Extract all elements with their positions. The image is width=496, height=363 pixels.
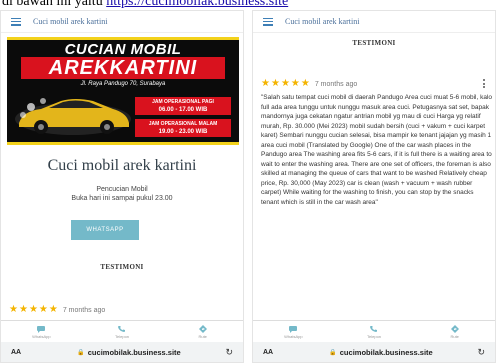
lock-icon: 🔒 — [77, 349, 85, 356]
nav-phone-label: Telepon — [115, 333, 130, 339]
nav-whatsapp[interactable]: WhatsApp — [253, 321, 334, 342]
browser-url-bar[interactable]: AA 🔒 cucimobilak.business.site ↻ — [253, 342, 495, 362]
phone-screenshot-right: Cuci mobil arek kartini TESTIMONI ★ ★ ★ … — [252, 10, 496, 363]
banner-image: CUCIAN MOBIL AREKKARTINI Jl. Raya Pandug… — [7, 37, 239, 145]
app-title: Cuci mobil arek kartini — [285, 17, 360, 26]
banner-line1: CUCIAN MOBIL — [64, 41, 182, 58]
nav-whatsapp-label: WhatsApp — [32, 333, 51, 339]
directions-icon — [450, 324, 460, 333]
testimoni-heading: TESTIMONI — [352, 39, 396, 47]
directions-icon — [198, 324, 208, 333]
chat-icon — [36, 325, 46, 333]
star-icon: ★ — [28, 304, 38, 315]
hours-morning-time: 06.00 - 17.00 WIB — [158, 107, 208, 113]
shop-category: Pencucian Mobil — [96, 186, 148, 193]
nav-directions[interactable]: Rute — [162, 321, 243, 342]
hours-evening-label: JAM OPERASIONAL MALAM — [148, 121, 218, 127]
nav-directions-label: Rute — [198, 333, 207, 339]
star-icon: ★ — [300, 78, 310, 89]
review-age: 7 months ago — [62, 306, 106, 314]
phone-screenshot-left: Cuci mobil arek kartini CUCIAN MOBIL ARE… — [0, 10, 244, 363]
hours-evening-badge: JAM OPERASIONAL MALAM 19.00 - 23.00 WIB — [135, 119, 231, 137]
banner-line2: AREKKARTINI — [21, 57, 225, 79]
browser-url-bar[interactable]: AA 🔒 cucimobilak.business.site ↻ — [1, 342, 243, 362]
caption-link[interactable]: https://cucimobilak.business.site — [106, 0, 288, 9]
text-size-button[interactable]: AA — [263, 349, 289, 356]
more-options-icon[interactable] — [483, 79, 485, 88]
nav-directions[interactable]: Rute — [414, 321, 495, 342]
review-text: "Salah satu tempat cuci mobil di daerah … — [261, 94, 493, 206]
bottom-action-bar: WhatsApp Telepon Rute — [1, 320, 243, 342]
url-text: cucimobilak.business.site — [87, 347, 181, 357]
star-icon: ★ — [290, 78, 300, 89]
hours-morning-label: JAM OPERASIONAL PAGI — [152, 99, 214, 105]
url-field[interactable]: 🔒 cucimobilak.business.site — [37, 348, 221, 357]
chat-icon — [288, 325, 298, 333]
star-icon: ★ — [261, 78, 270, 89]
star-icon: ★ — [48, 304, 58, 315]
star-icon: ★ — [18, 304, 28, 315]
whatsapp-button[interactable]: WHATSAPP — [71, 220, 139, 240]
app-bar: Cuci mobil arek kartini — [253, 11, 495, 33]
testimoni-heading: TESTIMONI — [100, 263, 144, 271]
bottom-action-bar: WhatsApp Telepon Rute — [253, 320, 495, 342]
reload-icon[interactable]: ↻ — [221, 347, 233, 358]
star-icon: ★ — [38, 304, 48, 315]
star-icon: ★ — [280, 78, 290, 89]
app-bar: Cuci mobil arek kartini — [1, 11, 243, 33]
url-field[interactable]: 🔒 cucimobilak.business.site — [289, 348, 473, 357]
caption-strip: di bawah ini yaitu https://cucimobilak.b… — [0, 0, 496, 10]
car-illustration — [15, 98, 131, 135]
rating-stars: ★ ★ ★ ★ ★ 7 months ago — [9, 305, 105, 315]
star-icon: ★ — [9, 304, 18, 315]
star-icon: ★ — [270, 78, 280, 89]
phone-icon — [117, 325, 127, 333]
url-text: cucimobilak.business.site — [339, 347, 433, 357]
app-title: Cuci mobil arek kartini — [33, 17, 108, 26]
caption-prefix: di bawah ini yaitu — [2, 0, 103, 9]
nav-phone[interactable]: Telepon — [334, 321, 415, 342]
lock-icon: 🔒 — [329, 349, 337, 356]
nav-directions-label: Rute — [450, 333, 459, 339]
banner-address: Jl. Raya Pandugo 70, Surabaya — [80, 81, 166, 87]
nav-phone[interactable]: Telepon — [82, 321, 163, 342]
caption-text: di bawah ini yaitu https://cucimobilak.b… — [2, 0, 288, 10]
shop-title: Cuci mobil arek kartini — [47, 157, 197, 174]
hours-morning-badge: JAM OPERASIONAL PAGI 06.00 - 17.00 WIB — [135, 97, 231, 115]
reload-icon[interactable]: ↻ — [473, 347, 485, 358]
menu-icon[interactable] — [263, 17, 273, 26]
open-status: Buka hari ini sampai pukul 23.00 — [71, 195, 173, 202]
nav-phone-label: Telepon — [367, 333, 382, 339]
rating-stars: ★ ★ ★ ★ ★ 7 months ago — [261, 79, 357, 89]
hours-evening-time: 19.00 - 23.00 WIB — [158, 129, 208, 135]
text-size-button[interactable]: AA — [11, 349, 37, 356]
menu-icon[interactable] — [11, 17, 21, 26]
nav-whatsapp-label: WhatsApp — [284, 333, 303, 339]
review-age: 7 months ago — [314, 80, 358, 88]
nav-whatsapp[interactable]: WhatsApp — [1, 321, 82, 342]
phone-icon — [369, 325, 379, 333]
